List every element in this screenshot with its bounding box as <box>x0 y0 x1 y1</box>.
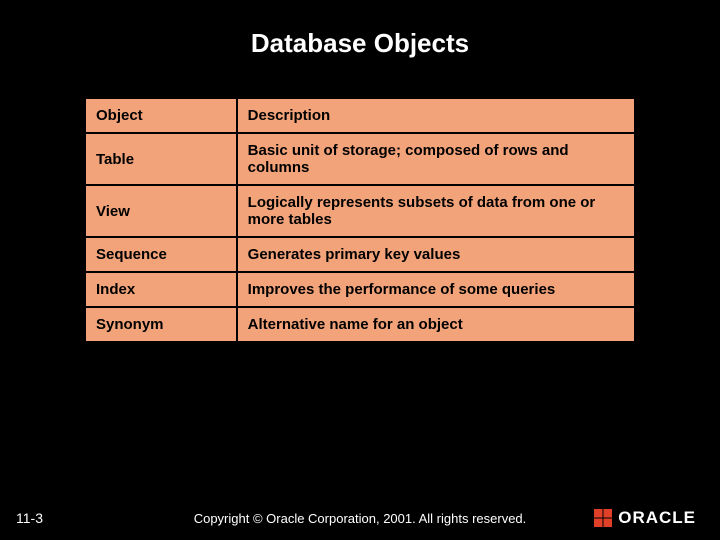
header-description: Description <box>237 98 635 133</box>
table-header-row: Object Description <box>85 98 635 133</box>
page-title: Database Objects <box>0 0 720 59</box>
table-row: Synonym Alternative name for an object <box>85 307 635 342</box>
cell-description: Basic unit of storage; composed of rows … <box>237 133 635 185</box>
cell-object: Index <box>85 272 237 307</box>
table-row: View Logically represents subsets of dat… <box>85 185 635 237</box>
cell-object: Synonym <box>85 307 237 342</box>
cell-description: Improves the performance of some queries <box>237 272 635 307</box>
cell-description: Alternative name for an object <box>237 307 635 342</box>
cell-description: Logically represents subsets of data fro… <box>237 185 635 237</box>
oracle-logo-text: ORACLE <box>618 508 696 528</box>
slide: Database Objects Object Description Tabl… <box>0 0 720 540</box>
table-row: Index Improves the performance of some q… <box>85 272 635 307</box>
cell-object: Table <box>85 133 237 185</box>
cell-description: Generates primary key values <box>237 237 635 272</box>
table-row: Sequence Generates primary key values <box>85 237 635 272</box>
cell-object: Sequence <box>85 237 237 272</box>
objects-table-wrap: Object Description Table Basic unit of s… <box>84 97 636 343</box>
table-row: Table Basic unit of storage; composed of… <box>85 133 635 185</box>
footer: 11-3 Copyright © Oracle Corporation, 200… <box>0 498 720 528</box>
objects-table: Object Description Table Basic unit of s… <box>84 97 636 343</box>
oracle-logo: ORACLE <box>594 508 696 528</box>
oracle-logo-icon <box>594 509 612 527</box>
header-object: Object <box>85 98 237 133</box>
cell-object: View <box>85 185 237 237</box>
